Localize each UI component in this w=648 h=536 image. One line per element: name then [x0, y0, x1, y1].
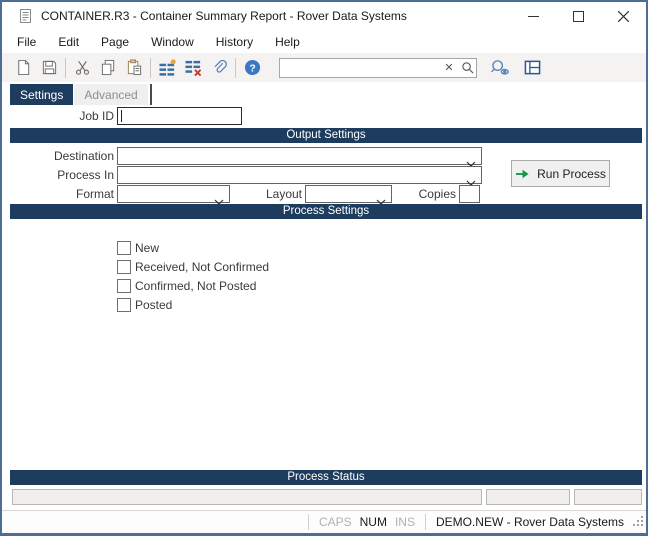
toolbar: ? ✕ — [2, 53, 646, 82]
tab-settings[interactable]: Settings — [10, 84, 74, 105]
num-lock-indicator: NUM — [359, 515, 387, 529]
add-row-icon[interactable] — [154, 56, 180, 80]
insert-mode-indicator: INS — [394, 515, 415, 529]
cut-icon[interactable] — [69, 56, 95, 80]
search-icon[interactable] — [458, 59, 476, 77]
delete-row-icon[interactable] — [180, 56, 206, 80]
toolbar-separator — [65, 57, 66, 78]
search-input[interactable] — [280, 59, 440, 76]
menu-help[interactable]: Help — [264, 32, 311, 52]
format-label: Format — [75, 187, 114, 201]
toolbar-separator — [150, 57, 151, 78]
output-settings-header: Output Settings — [10, 128, 642, 143]
destination-label: Destination — [53, 149, 114, 163]
database-context: DEMO.NEW - Rover Data Systems — [435, 515, 624, 529]
destination-dropdown[interactable] — [117, 147, 482, 167]
clear-search-icon[interactable]: ✕ — [440, 59, 458, 77]
menu-history[interactable]: History — [205, 32, 264, 52]
text-caret — [121, 110, 122, 122]
statusbar-separator — [424, 514, 426, 530]
layout-dropdown[interactable] — [305, 185, 392, 205]
checkbox-received-not-confirmed[interactable] — [117, 260, 131, 274]
job-id-input[interactable] — [117, 107, 242, 125]
menu-window[interactable]: Window — [140, 32, 205, 52]
menu-bar: File Edit Page Window History Help — [2, 30, 646, 53]
tab-strip-edge — [149, 84, 152, 105]
run-arrow-icon — [515, 168, 530, 180]
menu-page[interactable]: Page — [90, 32, 140, 52]
tab-strip: Settings Advanced — [10, 84, 152, 105]
checkbox-posted[interactable] — [117, 298, 131, 312]
toolbar-separator — [235, 57, 236, 78]
process-in-label: Process In — [57, 168, 114, 182]
minimize-button[interactable] — [511, 2, 556, 30]
layout-view-icon[interactable] — [519, 56, 545, 80]
toolbar-search: ✕ — [279, 57, 477, 78]
help-icon[interactable]: ? — [239, 56, 265, 80]
window-title: CONTAINER.R3 - Container Summary Report … — [41, 9, 407, 23]
attachment-icon[interactable] — [206, 56, 232, 80]
process-settings-header: Process Settings — [10, 204, 642, 219]
maximize-button[interactable] — [556, 2, 601, 30]
checkbox-new[interactable] — [117, 241, 131, 255]
checkbox-received-label: Received, Not Confirmed — [135, 260, 270, 274]
title-bar: CONTAINER.R3 - Container Summary Report … — [2, 2, 646, 30]
new-document-icon[interactable] — [10, 56, 36, 80]
close-button[interactable] — [601, 2, 646, 30]
status-progress-field — [486, 489, 570, 505]
run-process-button[interactable]: Run Process — [511, 160, 610, 187]
menu-file[interactable]: File — [6, 32, 47, 52]
checkbox-posted-label: Posted — [135, 298, 173, 312]
layout-label: Layout — [265, 187, 302, 201]
report-document-icon — [18, 8, 33, 24]
statusbar-separator — [307, 514, 309, 530]
status-message-field — [12, 489, 482, 505]
run-process-label: Run Process — [537, 166, 606, 181]
job-id-label: Job ID — [79, 109, 114, 123]
save-icon[interactable] — [36, 56, 62, 80]
format-dropdown[interactable] — [117, 185, 230, 205]
checkbox-new-label: New — [135, 241, 160, 255]
checkbox-confirmed-label: Confirmed, Not Posted — [135, 279, 257, 293]
copies-label: Copies — [418, 187, 456, 201]
resize-grip[interactable] — [632, 515, 644, 530]
menu-edit[interactable]: Edit — [47, 32, 90, 52]
svg-text:?: ? — [249, 63, 255, 74]
process-status-header: Process Status — [10, 470, 642, 485]
paste-icon[interactable] — [121, 56, 147, 80]
application-window: CONTAINER.R3 - Container Summary Report … — [0, 0, 648, 536]
copy-icon[interactable] — [95, 56, 121, 80]
status-count-field — [574, 489, 642, 505]
caps-lock-indicator: CAPS — [318, 515, 352, 529]
tab-advanced[interactable]: Advanced — [74, 84, 148, 105]
find-record-icon[interactable] — [487, 56, 513, 80]
process-in-dropdown[interactable] — [117, 166, 482, 186]
status-bar: CAPS NUM INS DEMO.NEW - Rover Data Syste… — [2, 510, 646, 533]
copies-input[interactable] — [459, 185, 480, 203]
checkbox-confirmed-not-posted[interactable] — [117, 279, 131, 293]
